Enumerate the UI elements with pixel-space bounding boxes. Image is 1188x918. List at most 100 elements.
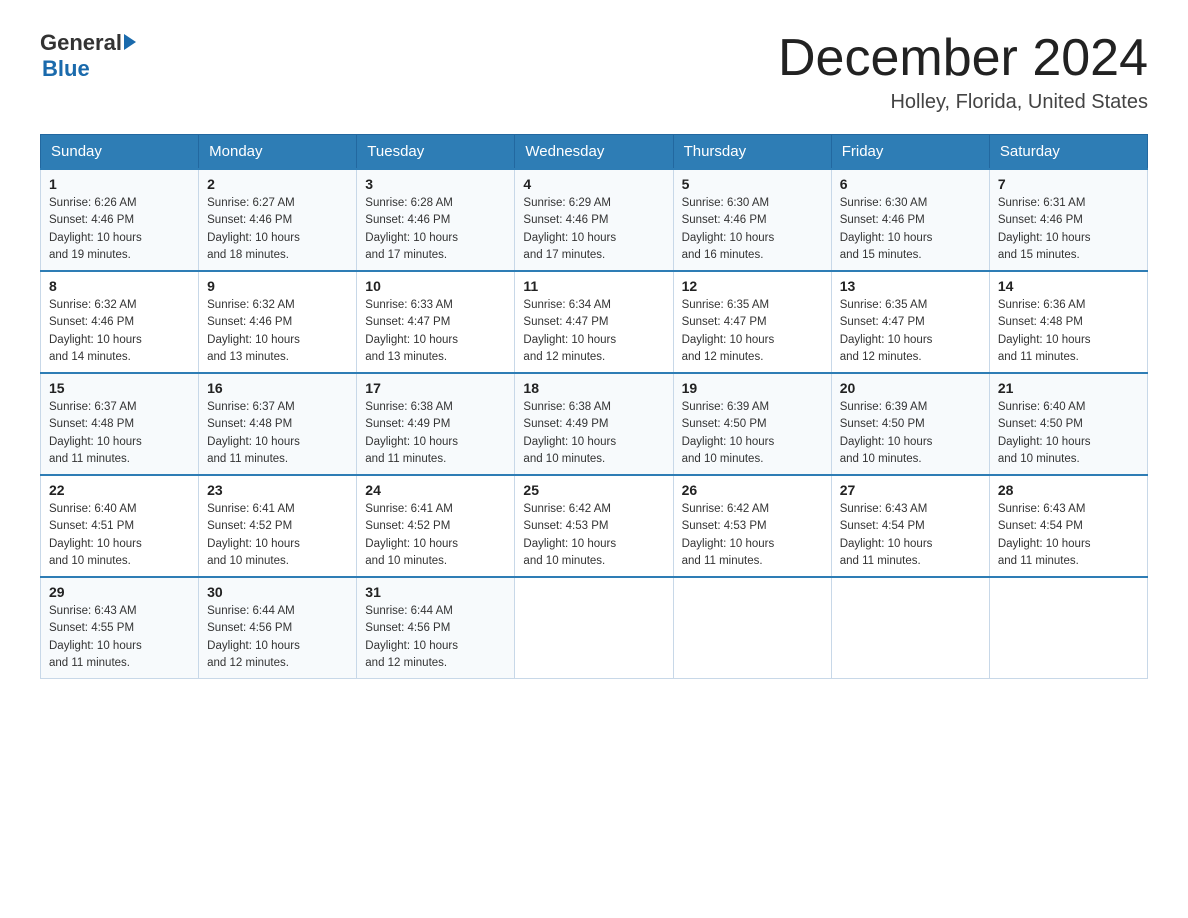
day-number: 23 [207, 482, 348, 498]
day-info: Sunrise: 6:32 AMSunset: 4:46 PMDaylight:… [49, 297, 190, 366]
day-number: 11 [523, 278, 664, 294]
day-info: Sunrise: 6:34 AMSunset: 4:47 PMDaylight:… [523, 297, 664, 366]
day-info: Sunrise: 6:32 AMSunset: 4:46 PMDaylight:… [207, 297, 348, 366]
day-of-week-tuesday: Tuesday [357, 135, 515, 170]
day-number: 4 [523, 176, 664, 192]
calendar-cell: 1Sunrise: 6:26 AMSunset: 4:46 PMDaylight… [41, 169, 199, 271]
day-info: Sunrise: 6:35 AMSunset: 4:47 PMDaylight:… [840, 297, 981, 366]
week-row-5: 29 Sunrise: 6:43 AMSunset: 4:55 PMDayligh… [41, 577, 1148, 679]
day-number: 20 [840, 380, 981, 396]
day-number: 24 [365, 482, 506, 498]
day-info: Sunrise: 6:38 AMSunset: 4:49 PMDaylight:… [365, 399, 506, 468]
day-info: Sunrise: 6:35 AMSunset: 4:47 PMDaylight:… [682, 297, 823, 366]
day-info: Sunrise: 6:39 AMSunset: 4:50 PMDaylight:… [682, 399, 823, 468]
day-number: 15 [49, 380, 190, 396]
calendar-cell: 22Sunrise: 6:40 AMSunset: 4:51 PMDayligh… [41, 475, 199, 577]
logo: General Blue [40, 30, 136, 82]
title-block: December 2024 Holley, Florida, United St… [778, 30, 1148, 114]
day-info: Sunrise: 6:42 AMSunset: 4:53 PMDaylight:… [523, 501, 664, 570]
day-number: 17 [365, 380, 506, 396]
calendar-cell: 23 Sunrise: 6:41 AMSunset: 4:52 PMDayligh… [199, 475, 357, 577]
calendar-cell: 9 Sunrise: 6:32 AMSunset: 4:46 PMDaylight… [199, 271, 357, 373]
calendar-body: 1Sunrise: 6:26 AMSunset: 4:46 PMDaylight… [41, 169, 1148, 679]
day-of-week-friday: Friday [831, 135, 989, 170]
month-title: December 2024 [778, 30, 1148, 87]
day-of-week-saturday: Saturday [989, 135, 1147, 170]
calendar-cell: 14 Sunrise: 6:36 AMSunset: 4:48 PMDayligh… [989, 271, 1147, 373]
day-of-week-sunday: Sunday [41, 135, 199, 170]
day-number: 8 [49, 278, 190, 294]
day-info: Sunrise: 6:37 AMSunset: 4:48 PMDaylight:… [207, 399, 348, 468]
calendar-cell: 16Sunrise: 6:37 AMSunset: 4:48 PMDayligh… [199, 373, 357, 475]
logo-blue-text: Blue [42, 56, 136, 82]
day-number: 12 [682, 278, 823, 294]
calendar-cell: 30Sunrise: 6:44 AMSunset: 4:56 PMDayligh… [199, 577, 357, 679]
calendar-table: SundayMondayTuesdayWednesdayThursdayFrid… [40, 134, 1148, 679]
day-number: 28 [998, 482, 1139, 498]
calendar-cell: 3 Sunrise: 6:28 AMSunset: 4:46 PMDaylight… [357, 169, 515, 271]
day-info: Sunrise: 6:27 AMSunset: 4:46 PMDaylight:… [207, 195, 348, 264]
day-info: Sunrise: 6:41 AMSunset: 4:52 PMDaylight:… [365, 501, 506, 570]
day-info: Sunrise: 6:44 AMSunset: 4:56 PMDaylight:… [207, 603, 348, 672]
calendar-cell: 8 Sunrise: 6:32 AMSunset: 4:46 PMDaylight… [41, 271, 199, 373]
calendar-cell: 11 Sunrise: 6:34 AMSunset: 4:47 PMDayligh… [515, 271, 673, 373]
logo-general-text: General [40, 30, 122, 56]
day-info: Sunrise: 6:33 AMSunset: 4:47 PMDaylight:… [365, 297, 506, 366]
calendar-cell: 28Sunrise: 6:43 AMSunset: 4:54 PMDayligh… [989, 475, 1147, 577]
day-of-week-monday: Monday [199, 135, 357, 170]
calendar-cell: 20 Sunrise: 6:39 AMSunset: 4:50 PMDayligh… [831, 373, 989, 475]
calendar-cell: 17 Sunrise: 6:38 AMSunset: 4:49 PMDayligh… [357, 373, 515, 475]
day-info: Sunrise: 6:28 AMSunset: 4:46 PMDaylight:… [365, 195, 506, 264]
day-info: Sunrise: 6:31 AMSunset: 4:46 PMDaylight:… [998, 195, 1139, 264]
day-info: Sunrise: 6:43 AMSunset: 4:54 PMDaylight:… [840, 501, 981, 570]
day-info: Sunrise: 6:40 AMSunset: 4:51 PMDaylight:… [49, 501, 190, 570]
day-number: 21 [998, 380, 1139, 396]
calendar-cell: 31 Sunrise: 6:44 AMSunset: 4:56 PMDayligh… [357, 577, 515, 679]
day-info: Sunrise: 6:43 AMSunset: 4:55 PMDaylight:… [49, 603, 190, 672]
day-number: 6 [840, 176, 981, 192]
day-info: Sunrise: 6:40 AMSunset: 4:50 PMDaylight:… [998, 399, 1139, 468]
week-row-2: 8 Sunrise: 6:32 AMSunset: 4:46 PMDaylight… [41, 271, 1148, 373]
calendar-cell: 18 Sunrise: 6:38 AMSunset: 4:49 PMDayligh… [515, 373, 673, 475]
calendar-header: SundayMondayTuesdayWednesdayThursdayFrid… [41, 135, 1148, 170]
day-number: 9 [207, 278, 348, 294]
day-info: Sunrise: 6:30 AMSunset: 4:46 PMDaylight:… [840, 195, 981, 264]
day-number: 5 [682, 176, 823, 192]
day-number: 29 [49, 584, 190, 600]
day-info: Sunrise: 6:39 AMSunset: 4:50 PMDaylight:… [840, 399, 981, 468]
calendar-cell: 19 Sunrise: 6:39 AMSunset: 4:50 PMDayligh… [673, 373, 831, 475]
day-number: 3 [365, 176, 506, 192]
day-number: 27 [840, 482, 981, 498]
calendar-cell [515, 577, 673, 679]
day-info: Sunrise: 6:30 AMSunset: 4:46 PMDaylight:… [682, 195, 823, 264]
calendar-cell: 24 Sunrise: 6:41 AMSunset: 4:52 PMDayligh… [357, 475, 515, 577]
day-number: 14 [998, 278, 1139, 294]
calendar-cell: 4 Sunrise: 6:29 AMSunset: 4:46 PMDaylight… [515, 169, 673, 271]
calendar-cell: 25 Sunrise: 6:42 AMSunset: 4:53 PMDayligh… [515, 475, 673, 577]
calendar-cell [831, 577, 989, 679]
calendar-cell: 6 Sunrise: 6:30 AMSunset: 4:46 PMDaylight… [831, 169, 989, 271]
day-number: 26 [682, 482, 823, 498]
calendar-cell: 12 Sunrise: 6:35 AMSunset: 4:47 PMDayligh… [673, 271, 831, 373]
day-number: 7 [998, 176, 1139, 192]
calendar-cell: 27 Sunrise: 6:43 AMSunset: 4:54 PMDayligh… [831, 475, 989, 577]
page-header: General Blue December 2024 Holley, Flori… [40, 30, 1148, 114]
day-info: Sunrise: 6:29 AMSunset: 4:46 PMDaylight:… [523, 195, 664, 264]
day-number: 25 [523, 482, 664, 498]
calendar-cell: 29 Sunrise: 6:43 AMSunset: 4:55 PMDayligh… [41, 577, 199, 679]
day-of-week-thursday: Thursday [673, 135, 831, 170]
day-info: Sunrise: 6:38 AMSunset: 4:49 PMDaylight:… [523, 399, 664, 468]
calendar-cell: 10Sunrise: 6:33 AMSunset: 4:47 PMDayligh… [357, 271, 515, 373]
day-info: Sunrise: 6:41 AMSunset: 4:52 PMDaylight:… [207, 501, 348, 570]
week-row-1: 1Sunrise: 6:26 AMSunset: 4:46 PMDaylight… [41, 169, 1148, 271]
location-title: Holley, Florida, United States [778, 91, 1148, 114]
week-row-4: 22Sunrise: 6:40 AMSunset: 4:51 PMDayligh… [41, 475, 1148, 577]
day-info: Sunrise: 6:44 AMSunset: 4:56 PMDaylight:… [365, 603, 506, 672]
day-info: Sunrise: 6:36 AMSunset: 4:48 PMDaylight:… [998, 297, 1139, 366]
day-number: 19 [682, 380, 823, 396]
calendar-cell: 5 Sunrise: 6:30 AMSunset: 4:46 PMDaylight… [673, 169, 831, 271]
day-number: 31 [365, 584, 506, 600]
day-number: 1 [49, 176, 190, 192]
day-number: 13 [840, 278, 981, 294]
day-number: 18 [523, 380, 664, 396]
